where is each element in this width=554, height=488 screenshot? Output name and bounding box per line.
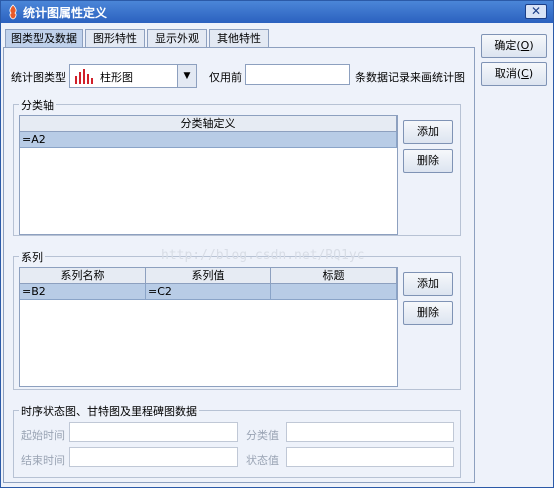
ok-mnemonic: O	[520, 39, 530, 52]
series-name-header[interactable]: 系列名称	[20, 268, 146, 284]
tab-graphic-properties[interactable]: 图形特性	[85, 29, 145, 47]
status-value-input[interactable]	[286, 447, 454, 467]
chart-type-label: 统计图类型	[11, 71, 66, 84]
series-table[interactable]: 系列名称 系列值 标题 =B2 =C2	[19, 267, 398, 387]
close-button[interactable]: ✕	[525, 4, 547, 19]
cancel-button[interactable]: 取消(C)	[481, 62, 547, 86]
app-icon	[9, 4, 17, 20]
series-add-button[interactable]: 添加	[403, 272, 453, 296]
series-title-cell[interactable]	[271, 284, 397, 300]
end-time-input[interactable]	[69, 447, 238, 467]
series-delete-button[interactable]: 删除	[403, 301, 453, 325]
tab-display-appearance[interactable]: 显示外观	[147, 29, 207, 47]
start-time-label: 起始时间	[21, 429, 65, 442]
watermark: http://blog.csdn.net/RQ1yc	[161, 248, 365, 263]
chart-type-value: 柱形图	[100, 71, 133, 84]
category-axis-column-header[interactable]: 分类轴定义	[20, 116, 397, 132]
bar-chart-icon	[75, 69, 93, 84]
series-value-header[interactable]: 系列值	[146, 268, 271, 284]
category-axis-group-title: 分类轴	[19, 97, 56, 113]
record-count-input[interactable]	[245, 64, 350, 85]
category-delete-button[interactable]: 删除	[403, 149, 453, 173]
window-title: 统计图属性定义	[23, 6, 108, 20]
series-title-header[interactable]: 标题	[271, 268, 397, 284]
cancel-button-label: 取消	[494, 67, 517, 80]
close-icon: ✕	[530, 4, 542, 18]
category-value-input[interactable]	[286, 422, 454, 442]
use-first-label: 仅用前	[209, 71, 242, 84]
timeline-group	[13, 410, 461, 478]
series-group-title: 系列	[19, 249, 45, 265]
tab-chart-type-data[interactable]: 图类型及数据	[5, 29, 83, 48]
chart-type-select[interactable]: 柱形图 ▼	[69, 64, 197, 88]
dialog-window: 统计图属性定义 ✕ 图类型及数据 图形特性 显示外观 其他特性 统计图类型 柱形…	[0, 0, 554, 488]
ok-button-label: 确定	[494, 39, 517, 52]
status-value-label: 状态值	[246, 454, 279, 467]
cancel-mnemonic: C	[521, 67, 529, 80]
start-time-input[interactable]	[69, 422, 238, 442]
title-bar[interactable]: 统计图属性定义 ✕	[1, 1, 553, 23]
tab-other-properties[interactable]: 其他特性	[209, 29, 269, 47]
series-name-cell[interactable]: =B2	[20, 284, 146, 300]
table-row[interactable]: =A2	[20, 132, 397, 148]
records-suffix-label: 条数据记录来画统计图	[355, 71, 465, 84]
ok-button[interactable]: 确定(O)	[481, 34, 547, 58]
category-axis-table[interactable]: 分类轴定义 =A2	[19, 115, 398, 235]
end-time-label: 结束时间	[21, 454, 65, 467]
category-add-button[interactable]: 添加	[403, 120, 453, 144]
chevron-down-icon[interactable]: ▼	[177, 65, 196, 87]
series-value-cell[interactable]: =C2	[146, 284, 271, 300]
timeline-group-title: 时序状态图、甘特图及里程碑图数据	[19, 403, 199, 419]
category-value-label: 分类值	[246, 429, 279, 442]
